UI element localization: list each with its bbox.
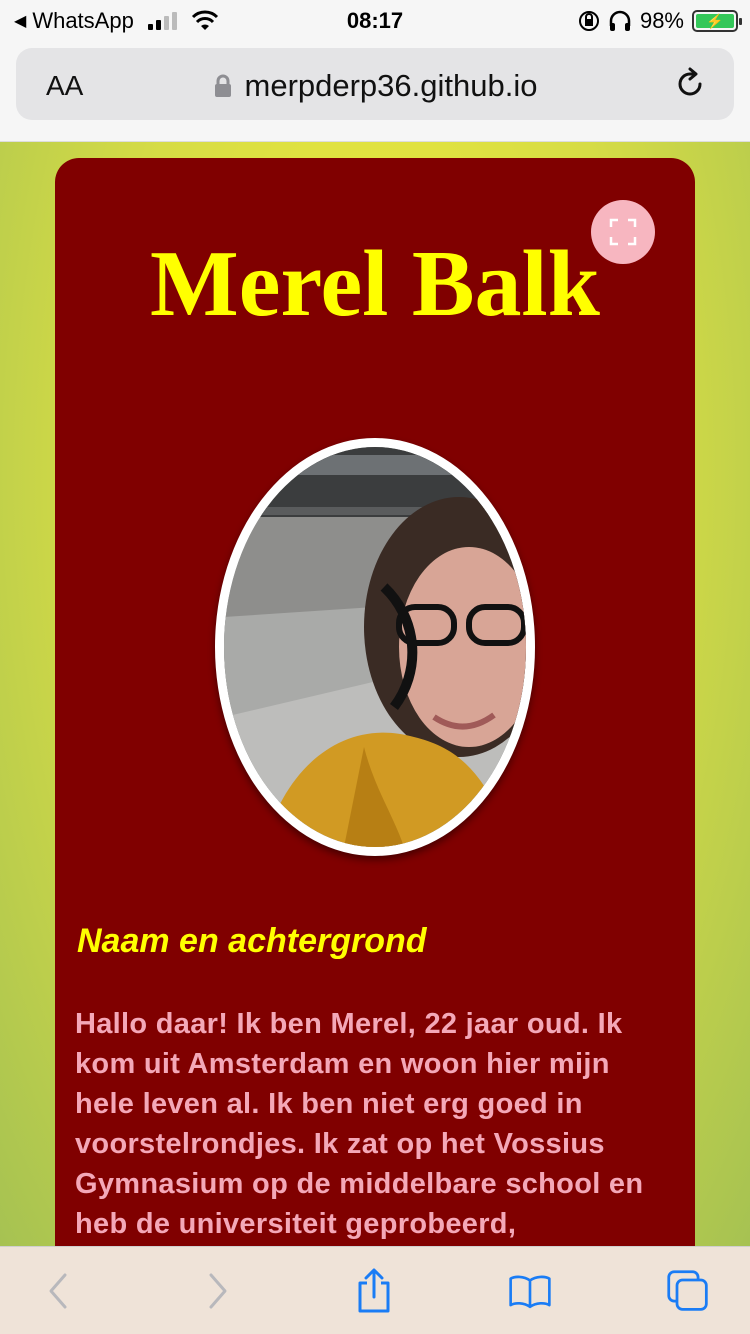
- forward-button[interactable]: [196, 1269, 240, 1313]
- safari-address-area: AA merpderp36.github.io: [0, 44, 750, 142]
- fullscreen-button[interactable]: [591, 200, 655, 264]
- headphones-icon: [609, 10, 631, 31]
- battery-percent: 98%: [639, 8, 684, 33]
- address-bar[interactable]: AA merpderp36.github.io: [16, 48, 734, 120]
- profile-card: Merel Balk Naam en achtergrond Hallo daa…: [55, 158, 695, 1246]
- profile-photo-illustration: [224, 447, 526, 847]
- profile-photo: [215, 438, 535, 856]
- status-bar: ◀ WhatsApp 08:17 98% ⚡: [0, 0, 750, 44]
- safari-toolbar: [0, 1246, 750, 1334]
- bookmarks-icon: [509, 1275, 551, 1309]
- section-heading: Naam en achtergrond: [77, 922, 427, 960]
- charging-bolt-icon: ⚡: [696, 13, 734, 29]
- orientation-lock-icon: [578, 11, 599, 31]
- bookmarks-button[interactable]: [508, 1269, 552, 1313]
- reload-icon[interactable]: [672, 66, 708, 102]
- share-button[interactable]: [352, 1268, 396, 1313]
- battery-icon: ⚡: [692, 10, 742, 32]
- back-icon: [49, 1273, 67, 1309]
- bio-paragraph: Hallo daar! Ik ben Merel, 22 jaar oud. I…: [75, 1008, 644, 1240]
- back-button[interactable]: [36, 1269, 80, 1313]
- web-page: Merel Balk Naam en achtergrond Hallo daa…: [0, 142, 750, 1246]
- forward-icon: [209, 1273, 227, 1309]
- lock-icon: [214, 74, 231, 97]
- fullscreen-icon: [609, 218, 637, 246]
- url-domain: merpderp36.github.io: [244, 68, 538, 103]
- share-icon: [358, 1268, 390, 1313]
- tabs-icon: [667, 1270, 708, 1311]
- tabs-button[interactable]: [666, 1269, 710, 1313]
